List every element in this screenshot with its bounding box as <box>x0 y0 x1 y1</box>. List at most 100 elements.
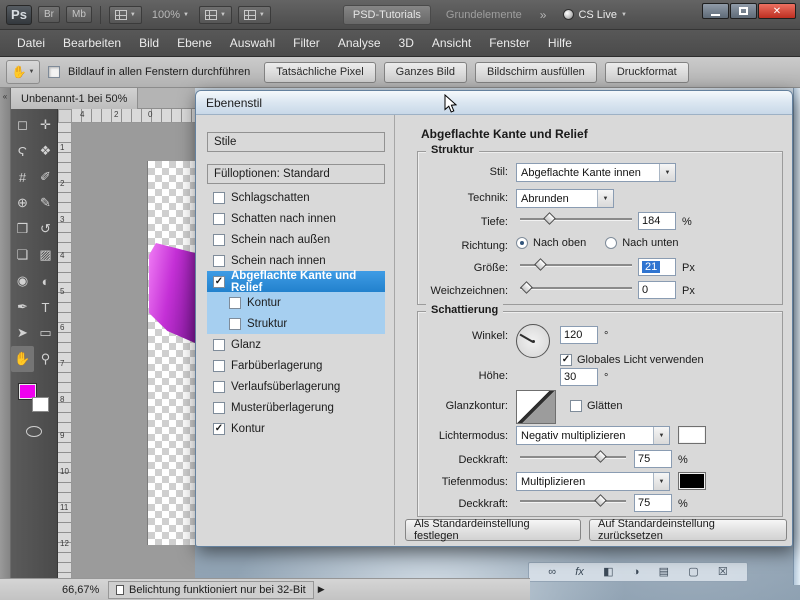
tool-brush[interactable]: ✎ <box>34 190 57 216</box>
document-canvas[interactable] <box>148 161 195 545</box>
status-zoom-level[interactable]: 66,67% <box>62 584 108 596</box>
menu-hilfe[interactable]: Hilfe <box>539 30 581 56</box>
menu-bild[interactable]: Bild <box>130 30 168 56</box>
zoom-level-control[interactable]: 100% ▼ <box>148 9 193 21</box>
checkbox[interactable] <box>229 296 241 309</box>
actual-pixels-button[interactable]: Tatsächliche Pixel <box>264 61 376 83</box>
style-item-schatten-nach-innen[interactable]: Schatten nach innen <box>207 208 385 229</box>
style-item-schlagschatten[interactable]: Schlagschatten <box>207 187 385 208</box>
bridge-button[interactable]: Br <box>38 6 60 23</box>
menu-ansicht[interactable]: Ansicht <box>423 30 480 56</box>
style-item-kontur[interactable]: ✓ Kontur <box>207 418 385 439</box>
layout-menu-button[interactable]: ▼ <box>108 5 142 24</box>
style-item-glanz[interactable]: Glanz <box>207 334 385 355</box>
deckkraft1-input[interactable]: 75 <box>634 450 672 468</box>
menu-fenster[interactable]: Fenster <box>480 30 539 56</box>
quick-mask-button[interactable] <box>26 426 42 437</box>
style-item-schein-nach-aussen[interactable]: Schein nach außen <box>207 229 385 250</box>
horizontal-ruler[interactable]: 4 2 0 <box>72 109 195 123</box>
workspace-overflow-button[interactable]: » <box>537 8 550 22</box>
tool-history-brush[interactable]: ↺ <box>34 216 57 242</box>
checkbox-checked[interactable]: ✓ <box>213 422 225 435</box>
stil-select[interactable]: Abgeflachte Kante innen ▼ <box>516 163 676 182</box>
hoehe-input[interactable]: 30 <box>560 368 598 386</box>
tool-spot-healing[interactable]: ⊕ <box>11 190 34 216</box>
checkbox[interactable] <box>213 338 225 351</box>
layer-group-icon[interactable]: ▤ <box>659 566 669 578</box>
adjustment-layer-icon[interactable]: ◑ <box>633 566 640 578</box>
vertical-ruler[interactable]: 1 2 3 4 5 6 7 8 9 10 11 12 <box>58 123 72 578</box>
style-item-kontur-sub[interactable]: Kontur <box>207 292 385 313</box>
menu-bearbeiten[interactable]: Bearbeiten <box>54 30 130 56</box>
scroll-all-windows-checkbox[interactable] <box>48 66 60 78</box>
tool-crop[interactable]: # <box>11 164 34 190</box>
tool-path-selection[interactable]: ➤ <box>11 320 34 346</box>
tool-shape[interactable]: ▭ <box>34 320 57 346</box>
tool-eyedropper[interactable]: ✐ <box>34 164 57 190</box>
workspace-tab-psd-tutorials[interactable]: PSD-Tutorials <box>342 4 431 25</box>
tool-clone-stamp[interactable]: ❒ <box>11 216 34 242</box>
layer-effects-icon[interactable]: fx <box>575 566 584 578</box>
deckkraft2-slider[interactable] <box>520 494 626 508</box>
arrange-documents-button[interactable]: ▼ <box>198 5 232 24</box>
tiefe-slider[interactable] <box>520 212 632 226</box>
checkbox[interactable] <box>213 254 225 267</box>
blending-options-item[interactable]: Fülloptionen: Standard <box>207 164 385 184</box>
status-menu-arrow-icon[interactable]: ▶ <box>318 584 325 595</box>
technik-select[interactable]: Abrunden ▼ <box>516 189 614 208</box>
checkbox[interactable] <box>213 212 225 225</box>
dialog-titlebar[interactable]: Ebenenstil <box>196 91 792 115</box>
print-size-button[interactable]: Druckformat <box>604 61 689 83</box>
winkel-input[interactable]: 120 <box>560 326 598 344</box>
maximize-button[interactable] <box>730 3 757 19</box>
delete-layer-icon[interactable]: ☒ <box>718 566 728 578</box>
shadow-color-swatch[interactable] <box>678 472 706 490</box>
checkbox[interactable] <box>213 401 225 414</box>
checkbox[interactable] <box>213 191 225 204</box>
cs-live-button[interactable]: CS Live ▼ <box>563 9 627 21</box>
richtung-nach-unten-radio[interactable] <box>605 237 618 249</box>
glaetten-checkbox[interactable] <box>570 400 582 412</box>
groesse-input[interactable]: 21 <box>638 258 676 276</box>
tool-pen[interactable]: ✒ <box>11 294 34 320</box>
slider-thumb[interactable] <box>520 281 534 294</box>
tool-zoom[interactable]: ⚲ <box>34 346 57 372</box>
tool-quick-selection[interactable]: ❖ <box>34 138 57 164</box>
screen-mode-button[interactable]: ▼ <box>237 5 271 24</box>
background-color-swatch[interactable] <box>32 397 49 412</box>
link-layers-icon[interactable]: ∞ <box>548 566 556 578</box>
tool-blur[interactable]: ◉ <box>11 268 34 294</box>
reset-default-button[interactable]: Auf Standardeinstellung zurücksetzen <box>589 518 787 542</box>
minimize-button[interactable] <box>702 3 729 19</box>
tiefenmodus-select[interactable]: Multiplizieren ▼ <box>516 472 670 491</box>
style-item-farbueberlagerung[interactable]: Farbüberlagerung <box>207 355 385 376</box>
menu-analyse[interactable]: Analyse <box>329 30 390 56</box>
workspace-tab-grundelemente[interactable]: Grundelemente <box>437 6 531 24</box>
deckkraft1-slider[interactable] <box>520 450 626 464</box>
checkbox[interactable] <box>213 359 225 372</box>
tool-type[interactable]: T <box>34 294 57 320</box>
set-default-button[interactable]: Als Standardeinstellung festlegen <box>405 518 581 542</box>
slider-thumb[interactable] <box>594 450 608 463</box>
groesse-slider[interactable] <box>520 258 632 272</box>
mini-bridge-button[interactable]: Mb <box>66 6 92 23</box>
document-tab[interactable]: Unbenannt-1 bei 50% <box>11 88 139 109</box>
checkbox-checked[interactable]: ✓ <box>213 275 225 288</box>
weichzeichnen-input[interactable]: 0 <box>638 281 676 299</box>
menu-3d[interactable]: 3D <box>390 30 423 56</box>
tool-lasso[interactable]: Ϛ <box>11 138 34 164</box>
checkbox[interactable] <box>213 380 225 393</box>
menu-datei[interactable]: Datei <box>8 30 54 56</box>
lichtermodus-select[interactable]: Negativ multiplizieren ▼ <box>516 426 670 445</box>
style-item-musterueberlagerung[interactable]: Musterüberlagerung <box>207 397 385 418</box>
weichzeichnen-slider[interactable] <box>520 281 632 295</box>
fit-on-screen-button[interactable]: Ganzes Bild <box>383 61 467 83</box>
panel-collapse-strip[interactable]: « <box>0 88 11 578</box>
tool-dodge[interactable]: ◐ <box>34 268 57 294</box>
style-item-schein-nach-innen[interactable]: Schein nach innen <box>207 250 385 271</box>
checkbox[interactable] <box>213 233 225 246</box>
sl극ider-thumb[interactable] <box>594 494 608 507</box>
layer-mask-icon[interactable]: ◧ <box>603 566 613 578</box>
new-layer-icon[interactable]: ▢ <box>688 566 698 578</box>
highlight-color-swatch[interactable] <box>678 426 706 444</box>
